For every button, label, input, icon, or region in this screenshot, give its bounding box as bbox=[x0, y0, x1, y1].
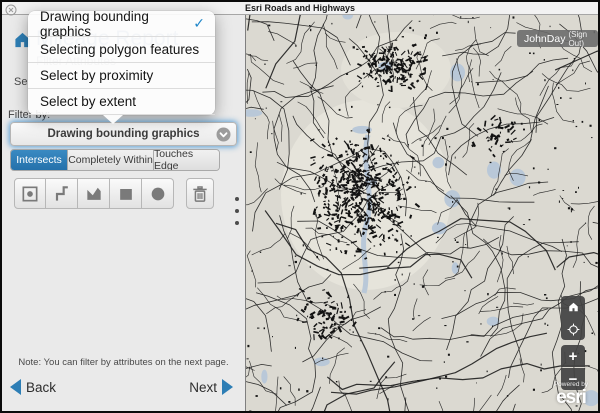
powered-by-label: Powered by bbox=[546, 381, 596, 388]
note-text: Note: You can filter by attributes on th… bbox=[2, 357, 245, 368]
map-home-button[interactable] bbox=[561, 296, 585, 318]
home-icon bbox=[567, 301, 580, 313]
back-button[interactable]: Back bbox=[10, 379, 56, 395]
popover-arrow bbox=[103, 115, 123, 124]
close-icon[interactable] bbox=[5, 3, 17, 15]
tab-touches-edge[interactable]: Touches Edge bbox=[154, 150, 219, 170]
selection-label-fragment: Se bbox=[14, 76, 27, 88]
esri-logo: esri bbox=[546, 388, 596, 407]
chevron-left-icon bbox=[10, 379, 21, 395]
chevron-right-icon bbox=[222, 379, 233, 395]
plus-icon: + bbox=[569, 349, 578, 364]
menu-item-select-by-extent[interactable]: Select by extent bbox=[28, 89, 215, 115]
clear-graphics-button[interactable] bbox=[186, 178, 214, 209]
back-label: Back bbox=[26, 380, 56, 395]
draw-polyline-button[interactable] bbox=[46, 178, 78, 209]
basemap-roads bbox=[246, 15, 598, 411]
draw-polygon-button[interactable] bbox=[78, 178, 110, 209]
rectangle-icon bbox=[116, 184, 136, 204]
user-sign-out-button[interactable]: JohnDay (Sign Out) bbox=[517, 30, 598, 47]
tab-intersects[interactable]: Intersects bbox=[11, 150, 68, 170]
panel-resize-handle[interactable] bbox=[235, 197, 241, 225]
spatial-filter-tabs: Intersects Completely Within Touches Edg… bbox=[10, 149, 220, 171]
zoom-in-button[interactable]: + bbox=[561, 345, 585, 367]
next-label: Next bbox=[189, 380, 217, 395]
selection-method-dropdown[interactable]: Drawing bounding graphics bbox=[10, 122, 237, 146]
selection-method-value: Drawing bounding graphics bbox=[47, 128, 199, 140]
map-controls: + − bbox=[561, 296, 585, 390]
polygon-icon bbox=[84, 184, 104, 204]
menu-item-select-by-proximity[interactable]: Select by proximity bbox=[28, 63, 215, 89]
menu-item-selecting-polygon-features[interactable]: Selecting polygon features bbox=[28, 37, 215, 63]
draw-point-button[interactable] bbox=[14, 178, 46, 209]
chevron-down-icon bbox=[216, 127, 231, 142]
esri-attribution: Powered by esri bbox=[546, 381, 596, 407]
app-window: Esri Roads and Highways Mileage Report F… bbox=[0, 0, 600, 413]
polyline-icon bbox=[52, 184, 72, 204]
trash-icon bbox=[190, 184, 210, 204]
tab-completely-within[interactable]: Completely Within bbox=[68, 150, 154, 170]
selection-method-menu: Drawing bounding graphics ✓ Selecting po… bbox=[28, 11, 215, 115]
menu-item-drawing-bounding-graphics[interactable]: Drawing bounding graphics ✓ bbox=[28, 11, 215, 37]
draw-tool-group bbox=[14, 178, 174, 209]
circle-icon bbox=[148, 184, 168, 204]
checkmark-icon: ✓ bbox=[193, 15, 205, 32]
draw-circle-button[interactable] bbox=[142, 178, 174, 209]
locate-icon bbox=[566, 322, 581, 337]
sign-out-label: (Sign Out) bbox=[568, 30, 591, 48]
map-canvas[interactable]: JohnDay (Sign Out) + bbox=[245, 15, 598, 411]
draw-rectangle-button[interactable] bbox=[110, 178, 142, 209]
username: JohnDay bbox=[524, 33, 565, 45]
locate-button[interactable] bbox=[561, 318, 585, 340]
next-button[interactable]: Next bbox=[189, 379, 233, 395]
point-icon bbox=[20, 184, 40, 204]
